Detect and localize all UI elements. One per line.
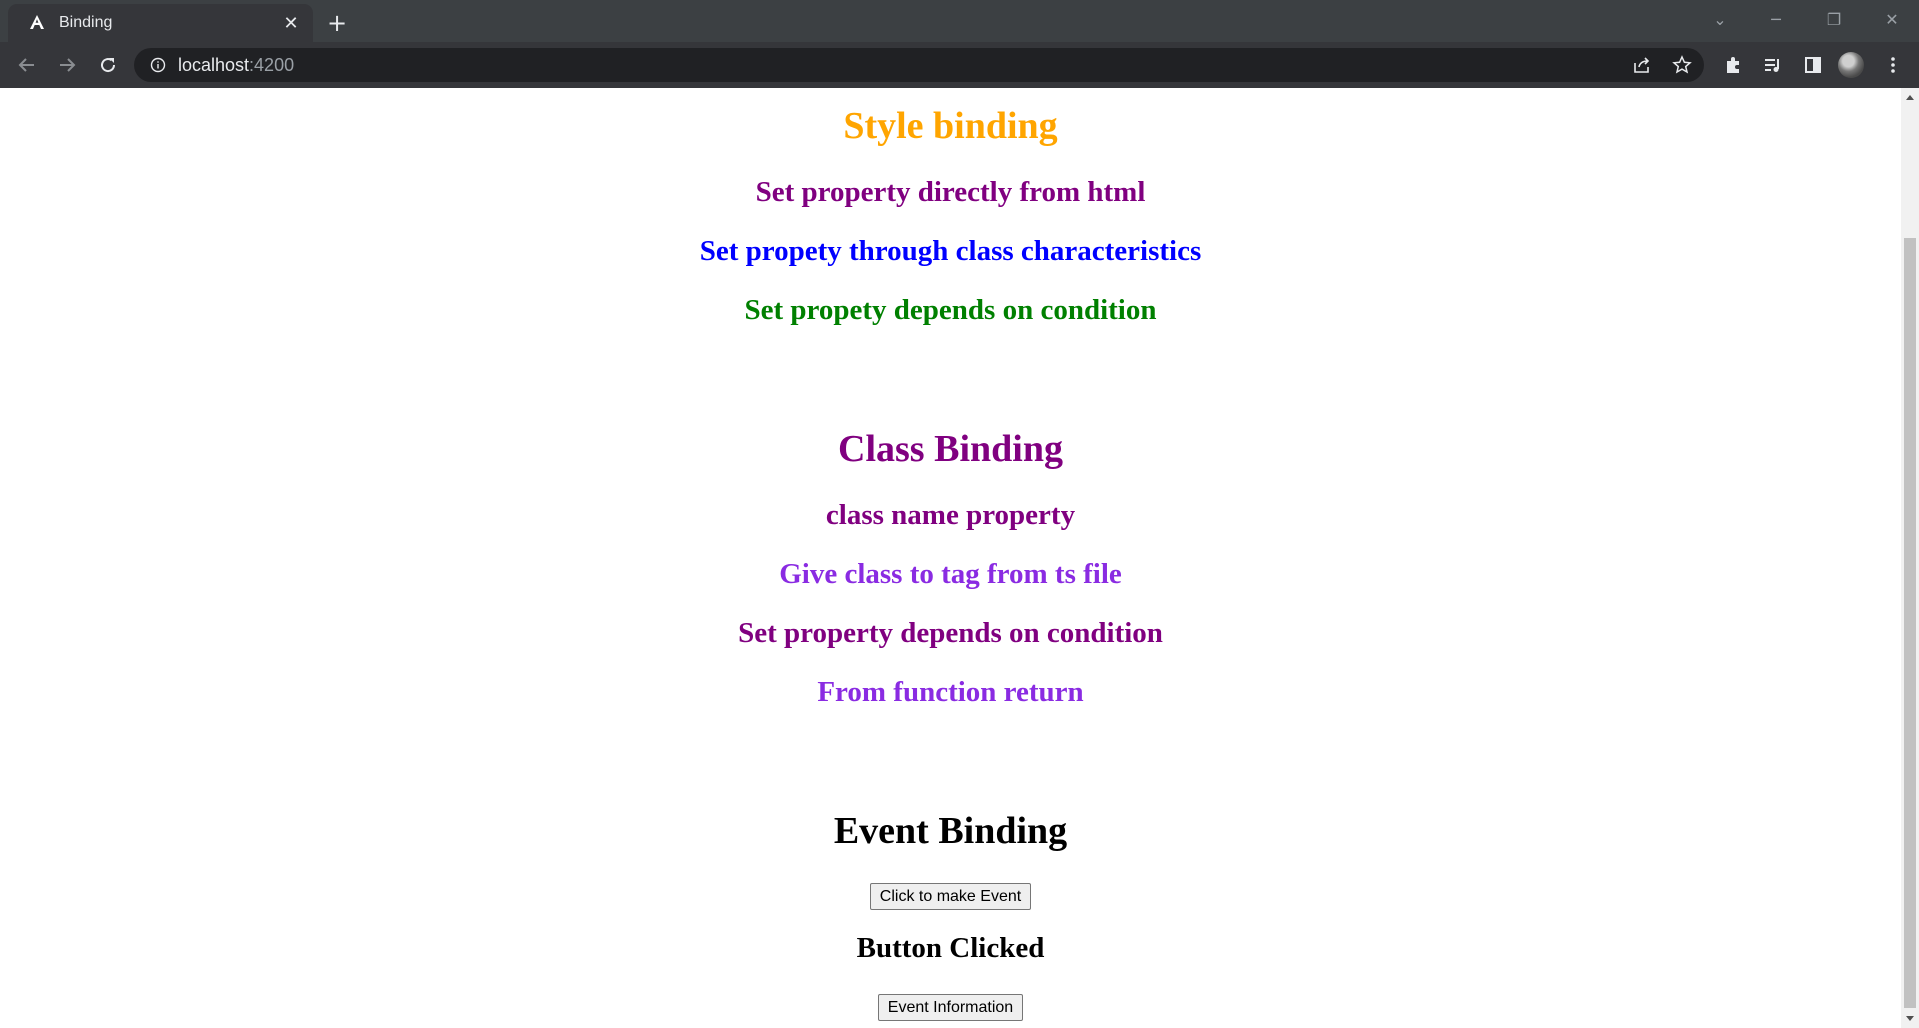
class-binding-item: Give class to tag from ts file	[779, 558, 1122, 590]
share-icon[interactable]	[1628, 51, 1656, 79]
back-icon[interactable]	[12, 50, 42, 80]
bookmark-star-icon[interactable]	[1668, 51, 1696, 79]
scroll-down-arrow-icon[interactable]	[1901, 1010, 1919, 1028]
vertical-scrollbar[interactable]	[1901, 88, 1919, 1028]
media-controls-icon[interactable]	[1758, 50, 1788, 80]
make-event-row: Click to make Event	[0, 883, 1901, 910]
browser-toolbar: localhost:4200	[0, 42, 1919, 88]
extensions-icon[interactable]	[1718, 50, 1748, 80]
url-port: :4200	[249, 55, 295, 75]
url-host: localhost	[178, 55, 250, 75]
tab-title: Binding	[59, 14, 113, 31]
class-binding-item: From function return	[817, 676, 1084, 708]
menu-kebab-icon[interactable]	[1878, 50, 1908, 80]
reload-icon[interactable]	[93, 50, 123, 80]
page-viewport: Style binding Set property directly from…	[0, 88, 1901, 1028]
scroll-up-arrow-icon[interactable]	[1901, 88, 1919, 106]
event-information-button[interactable]: Event Information	[877, 994, 1024, 1021]
make-event-button[interactable]: Click to make Event	[869, 883, 1032, 910]
browser-tab[interactable]: Binding ✕	[8, 4, 313, 42]
window-close-button[interactable]: ✕	[1872, 4, 1912, 34]
button-clicked-status: Button Clicked	[856, 932, 1045, 964]
scrollbar-thumb[interactable]	[1904, 238, 1916, 1008]
address-bar[interactable]: localhost:4200	[134, 48, 1704, 82]
event-binding-heading: Event Binding	[833, 810, 1068, 852]
close-tab-icon[interactable]: ✕	[279, 11, 303, 35]
profile-avatar[interactable]	[1838, 52, 1864, 78]
style-binding-item: Set propety through class characteristic…	[699, 235, 1202, 267]
class-binding-item: Set property depends on condition	[738, 617, 1163, 649]
class-binding-item: class name property	[825, 499, 1076, 531]
restore-button[interactable]: ❐	[1814, 4, 1854, 34]
side-panel-icon[interactable]	[1798, 50, 1828, 80]
angular-icon	[27, 13, 47, 33]
forward-icon[interactable]	[52, 50, 82, 80]
style-binding-item: Set propety depends on condition	[744, 294, 1157, 326]
class-binding-heading: Class Binding	[838, 428, 1063, 470]
url-text[interactable]: localhost:4200	[178, 55, 294, 76]
style-binding-item: Set property directly from html	[755, 176, 1146, 208]
tab-search-icon[interactable]: ⌄	[1700, 4, 1740, 34]
style-binding-heading: Style binding	[843, 105, 1058, 147]
site-info-icon[interactable]	[150, 57, 166, 73]
minimize-button[interactable]: ─	[1756, 4, 1796, 34]
event-info-row: Event Information	[0, 994, 1901, 1021]
tab-strip: Binding ✕ + ⌄ ─ ❐ ✕	[0, 0, 1919, 42]
new-tab-button[interactable]: +	[323, 9, 351, 37]
